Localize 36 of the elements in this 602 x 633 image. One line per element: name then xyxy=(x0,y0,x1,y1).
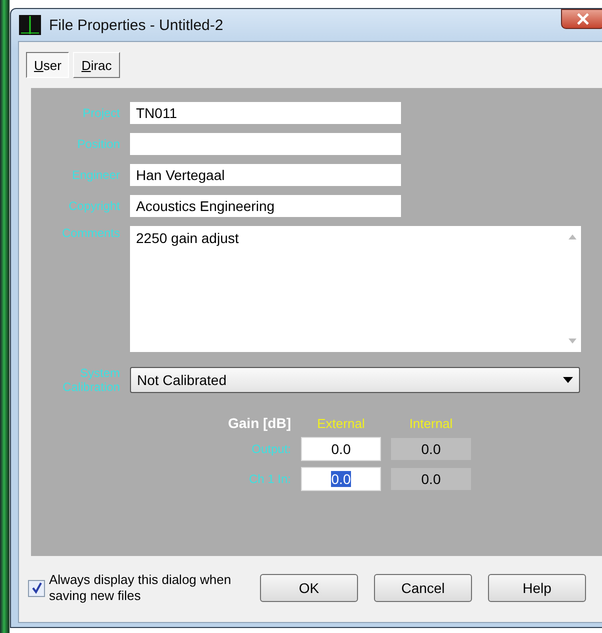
checkbox-label: Always display this dialog when saving new files xyxy=(49,572,232,604)
app-icon xyxy=(19,15,41,35)
close-button[interactable] xyxy=(561,9,602,29)
internal-gain-value: 0.0 xyxy=(391,468,471,490)
input-field[interactable]: TN011 xyxy=(130,102,401,124)
gain-heading: Gain [dB] xyxy=(227,415,291,431)
external-gain-field[interactable]: 0.0 xyxy=(301,467,381,491)
tab[interactable]: User xyxy=(26,52,70,78)
gain-label: Output: xyxy=(250,442,291,456)
close-icon xyxy=(576,13,590,25)
field-label: Project xyxy=(82,106,121,120)
gain-label: Ch 1 In: xyxy=(248,472,291,486)
field-label: Copyright xyxy=(68,199,121,213)
input-field[interactable]: Han Vertegaal xyxy=(130,164,401,186)
dialog-button[interactable]: Cancel xyxy=(374,574,472,602)
check-icon xyxy=(30,582,42,594)
internal-gain-value: 0.0 xyxy=(391,438,471,460)
comments-field[interactable]: 2250 gain adjust xyxy=(130,226,581,352)
field-label: System Calibration xyxy=(62,366,121,394)
window-title: File Properties - Untitled-2 xyxy=(49,16,224,34)
calibration-dropdown[interactable]: Not Calibrated xyxy=(130,367,580,393)
field-label: Position xyxy=(76,137,121,151)
dialog-button[interactable]: Help xyxy=(488,574,586,602)
scroll-up-icon xyxy=(568,234,577,240)
column-heading: Internal xyxy=(408,416,454,430)
input-field[interactable]: Acoustics Engineering xyxy=(130,195,401,217)
external-gain-field[interactable]: 0.0 xyxy=(301,437,381,461)
tab[interactable]: Dirac xyxy=(73,52,120,78)
dropdown-arrow-icon xyxy=(563,377,573,383)
column-heading: External xyxy=(316,416,366,430)
scroll-down-icon xyxy=(568,338,577,344)
field-label: Comments xyxy=(60,226,121,240)
dialog-button[interactable]: OK xyxy=(260,574,358,602)
input-field[interactable] xyxy=(130,133,401,155)
field-label: Engineer xyxy=(70,168,121,182)
checkbox[interactable] xyxy=(28,580,45,596)
